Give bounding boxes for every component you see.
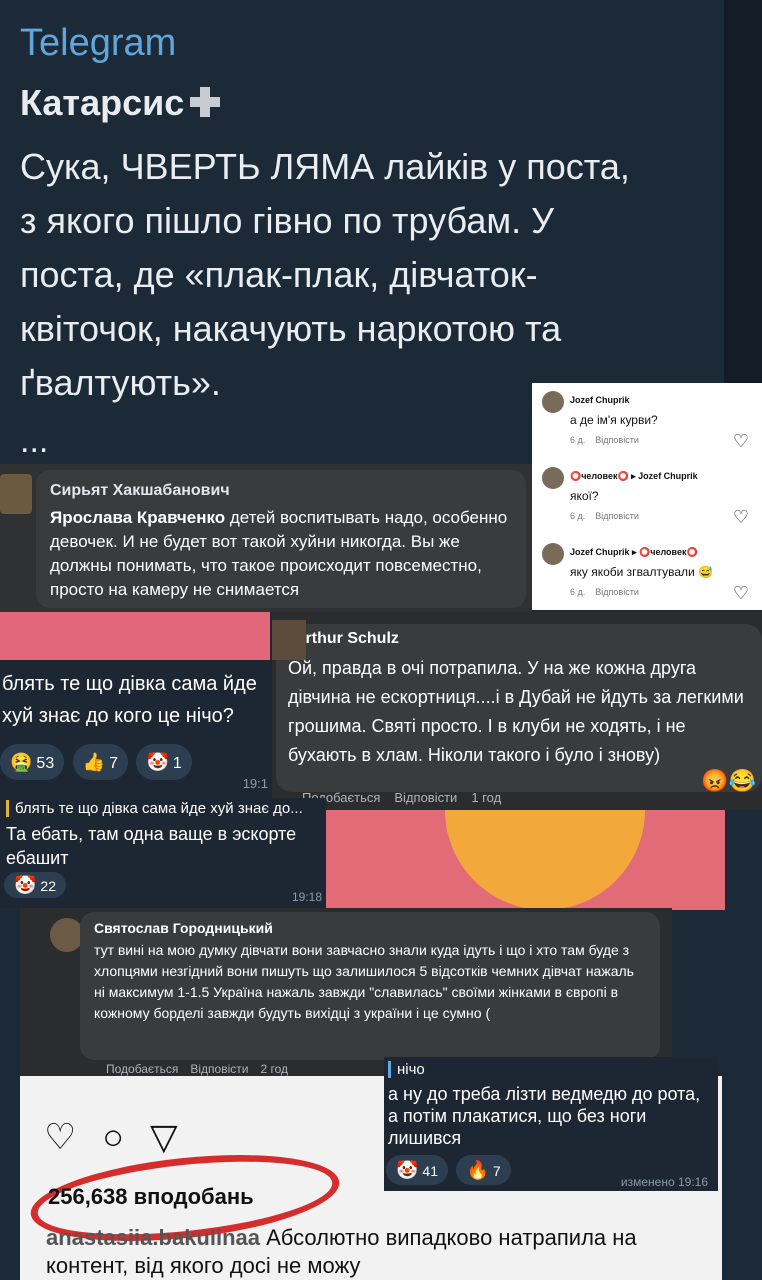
post-text: Сука, ЧВЕРТЬ ЛЯМА лайків у поста, з яког… <box>20 146 630 403</box>
reaction-count: 53 <box>36 755 55 772</box>
reaction-button[interactable]: 👍 7 <box>72 744 128 780</box>
message-time: 19:18 <box>291 890 322 904</box>
likes-count: 256,638 вподобань <box>48 1184 254 1209</box>
channel-name-label: Катарсис <box>20 82 185 123</box>
comment-body: Ярослава Кравченко детей воспитывать над… <box>50 506 512 602</box>
reaction-count: 1 <box>172 755 182 772</box>
comment-time: 1 год <box>471 790 502 805</box>
reaction-count: 22 <box>40 878 56 894</box>
channel-name[interactable]: Катарсис <box>20 82 221 124</box>
ig-username: Jozef Chuprik <box>570 395 630 405</box>
reply-link: Відповісти <box>394 790 458 805</box>
reaction-count: 7 <box>492 1163 501 1179</box>
comment-footer: Подобається Відповісти 2 год <box>106 1062 300 1076</box>
ig-reply-link: Відповісти <box>595 435 639 445</box>
reaction-emoji: 🤡 <box>14 875 37 895</box>
ig-reply-meta: 6 д. Відповісти <box>570 587 639 597</box>
message-text: блять те що дівка сама йде хуй знає до к… <box>2 673 257 727</box>
comment-bubble: Сирьят Хакшабанович Ярослава Кравченко д… <box>36 470 526 608</box>
avatar <box>50 918 84 952</box>
avatar <box>542 543 564 565</box>
comment-author: Arthur Schulz <box>294 630 399 647</box>
reaction-emoji: 🤮 <box>10 752 33 772</box>
avatar <box>542 467 564 489</box>
reply-quote[interactable]: нічо <box>388 1061 425 1078</box>
ig-time: 6 д. <box>570 511 586 521</box>
reaction-button[interactable]: 🤮 53 <box>0 744 65 780</box>
comment-author: Сирьят Хакшабанович <box>50 482 230 499</box>
reply-link: Відповісти <box>190 1062 249 1076</box>
comment-bubble: Святослав Городницький тут вині на мою д… <box>80 912 660 1060</box>
avatar <box>272 620 306 660</box>
reply-quote[interactable]: блять те що дівка сама йде хуй знає до..… <box>6 800 303 817</box>
comment-icon: ○ <box>102 1116 151 1157</box>
ig-reply-meta: 6 д. Відповісти <box>570 511 639 521</box>
ig-reply-link: Відповісти <box>595 587 639 597</box>
comment-mention: Ярослава Кравченко <box>50 508 226 527</box>
caption-user: anastasiia.bakulinaa <box>46 1225 260 1250</box>
tg-message-2: блять те що дівка сама йде хуй знає до..… <box>0 798 326 908</box>
avatar <box>542 391 564 413</box>
reaction-emoji: 🤡 <box>146 752 169 772</box>
reactions: 🤡 22 <box>4 872 70 898</box>
app-title: Telegram <box>20 22 177 64</box>
reactions: 🤮 53 👍 7 🤡 1 <box>0 744 196 780</box>
reaction-button[interactable]: 🔥 7 <box>456 1155 511 1185</box>
message-text: а ну до треба лізти ведмедю до рота, а п… <box>388 1084 701 1148</box>
ig-reply-text: якої? <box>570 489 599 503</box>
message-time: изменено 19:16 <box>620 1175 708 1189</box>
tg-message-1: блять те що дівка сама йде хуй знає до к… <box>0 660 272 798</box>
comment-body: Ой, правда в очі потрапила. У на же кожн… <box>288 658 744 765</box>
comment-body: тут вині на мою думку дівчати вони завча… <box>94 942 634 1021</box>
heart-icon: ♡ <box>44 1116 103 1157</box>
avatar <box>0 474 32 514</box>
comment-time: 2 год <box>260 1062 288 1076</box>
right-edge-strip <box>724 0 762 383</box>
ig-username: Jozef Chuprik ▸ ⭕человек⭕ <box>570 547 698 557</box>
reaction-count: 41 <box>422 1163 438 1179</box>
instagram-replies-screenshot: Jozef Chuprik а де ім'я курви? 6 д. Відп… <box>532 383 762 610</box>
background-artwork <box>325 800 725 910</box>
message-time: 19:1 <box>242 776 268 791</box>
ig-username: ⭕человек⭕ ▸ Jozef Chuprik <box>570 471 698 481</box>
reaction-button[interactable]: 🤡 41 <box>386 1155 448 1185</box>
reactions: 🤡 41 🔥 7 <box>386 1155 515 1185</box>
heart-icon: ♡ <box>732 507 749 527</box>
reaction-button[interactable]: 🤡 1 <box>136 744 192 780</box>
ig-reply-link: Відповісти <box>595 511 639 521</box>
ig-reply-meta: 6 д. Відповісти <box>570 435 639 445</box>
post-action-icons: ♡○▽ <box>44 1116 204 1158</box>
fb-comment-screenshot-1: Сирьят Хакшабанович Ярослава Кравченко д… <box>0 464 532 612</box>
ig-time: 6 д. <box>570 587 586 597</box>
reaction-emoji: 🤡 <box>396 1160 419 1180</box>
post-ellipsis: ... <box>20 422 49 460</box>
heart-icon: ♡ <box>732 583 749 603</box>
ig-reply-text: а де ім'я курви? <box>570 413 658 427</box>
heart-icon: ♡ <box>732 431 749 451</box>
send-icon: ▽ <box>150 1116 204 1157</box>
reaction-emoji: 🔥 <box>466 1160 489 1180</box>
artwork-shape <box>445 800 645 910</box>
comment-author: Святослав Городницький <box>94 920 273 936</box>
cross-icon <box>190 87 221 117</box>
comment-reaction-emojis: 😡😂 <box>701 768 756 793</box>
tg-message-3: нічо а ну до треба лізти ведмедю до рота… <box>384 1057 718 1191</box>
fb-comment-screenshot-3: Святослав Городницький тут вині на мою д… <box>20 908 672 1076</box>
reaction-emoji: 👍 <box>82 752 106 772</box>
comment-footer: Подобається Відповісти 1 год <box>302 790 515 805</box>
background-artwork <box>0 612 270 662</box>
fb-comment-screenshot-2: Arthur Schulz Ой, правда в очі потрапила… <box>272 612 762 810</box>
message-text: Та ебать, там одна ваще в эскорте ебашит <box>6 824 297 868</box>
post-caption: anastasiia.bakulinaa Абсолютно випадково… <box>46 1224 706 1280</box>
reaction-count: 7 <box>109 755 118 772</box>
like-link: Подобається <box>106 1062 179 1076</box>
ig-time: 6 д. <box>570 435 586 445</box>
comment-bubble: Arthur Schulz Ой, правда в очі потрапила… <box>276 624 762 792</box>
reaction-button[interactable]: 🤡 22 <box>4 872 66 898</box>
ig-reply-text: яку якоби згвалтували 😅 <box>570 565 714 579</box>
